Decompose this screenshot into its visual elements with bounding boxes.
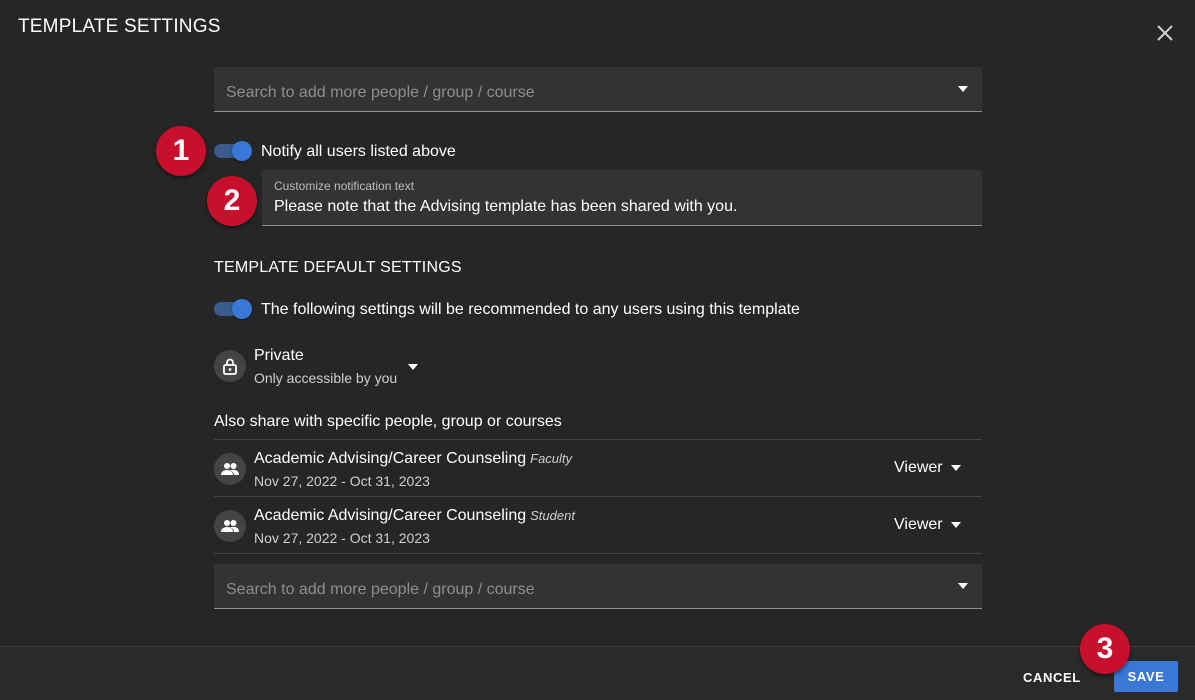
callout-badge-2: 2 <box>207 176 257 226</box>
divider <box>214 553 982 554</box>
privacy-subtitle: Only accessible by you <box>254 370 398 386</box>
group-icon <box>221 463 239 475</box>
close-icon <box>1157 25 1173 41</box>
dialog-title: TEMPLATE SETTINGS <box>18 16 221 37</box>
share-row: Academic Advising/Career Counseling Facul… <box>214 439 982 496</box>
share-row-name: Academic Advising/Career Counseling Stude… <box>254 507 575 524</box>
privacy-avatar <box>214 350 246 382</box>
notify-toggle-thumb <box>232 141 252 161</box>
notification-field-value[interactable]: Please note that the Advising template h… <box>274 198 737 216</box>
share-row-dates: Nov 27, 2022 - Oct 31, 2023 <box>254 473 430 489</box>
bottom-search-placeholder: Search to add more people / group / cour… <box>226 581 535 598</box>
share-row-role: Student <box>530 508 575 523</box>
share-heading: Also share with specific people, group o… <box>214 413 562 430</box>
chevron-down-icon[interactable] <box>958 583 968 589</box>
chevron-down-icon[interactable] <box>951 522 961 528</box>
share-row: Academic Advising/Career Counseling Stude… <box>214 496 982 553</box>
group-icon <box>221 520 239 532</box>
callout-badge-1: 1 <box>156 126 206 176</box>
share-row-role: Faculty <box>530 451 573 466</box>
cancel-button[interactable]: CANCEL <box>1023 667 1081 687</box>
defaults-toggle-label: The following settings will be recommend… <box>261 301 800 318</box>
top-search-field[interactable]: Search to add more people / group / cour… <box>214 67 982 112</box>
notification-text-field[interactable]: Customize notification text Please note … <box>262 170 982 226</box>
share-row-avatar <box>214 453 246 485</box>
bottom-search-field[interactable]: Search to add more people / group / cour… <box>214 564 982 609</box>
privacy-dropdown-chevron-icon[interactable] <box>408 364 418 370</box>
lock-icon <box>223 358 237 375</box>
privacy-title: Private <box>254 347 304 364</box>
notify-toggle[interactable] <box>214 140 252 161</box>
callout-badge-3: 3 <box>1080 624 1130 674</box>
share-row-name: Academic Advising/Career Counseling Facul… <box>254 450 573 467</box>
chevron-down-icon[interactable] <box>951 465 961 471</box>
dialog-footer <box>0 646 1195 700</box>
share-row-permission-select[interactable]: Viewer <box>894 459 943 477</box>
share-row-avatar <box>214 510 246 542</box>
chevron-down-icon[interactable] <box>958 86 968 92</box>
defaults-toggle[interactable] <box>214 298 252 319</box>
top-search-placeholder: Search to add more people / group / cour… <box>226 84 535 101</box>
share-row-permission-select[interactable]: Viewer <box>894 516 943 534</box>
notify-label: Notify all users listed above <box>261 143 456 160</box>
notification-field-label: Customize notification text <box>274 179 415 193</box>
share-row-dates: Nov 27, 2022 - Oct 31, 2023 <box>254 530 430 546</box>
defaults-toggle-thumb <box>232 299 252 319</box>
close-button[interactable] <box>1152 20 1178 46</box>
defaults-heading: TEMPLATE DEFAULT SETTINGS <box>214 259 462 276</box>
